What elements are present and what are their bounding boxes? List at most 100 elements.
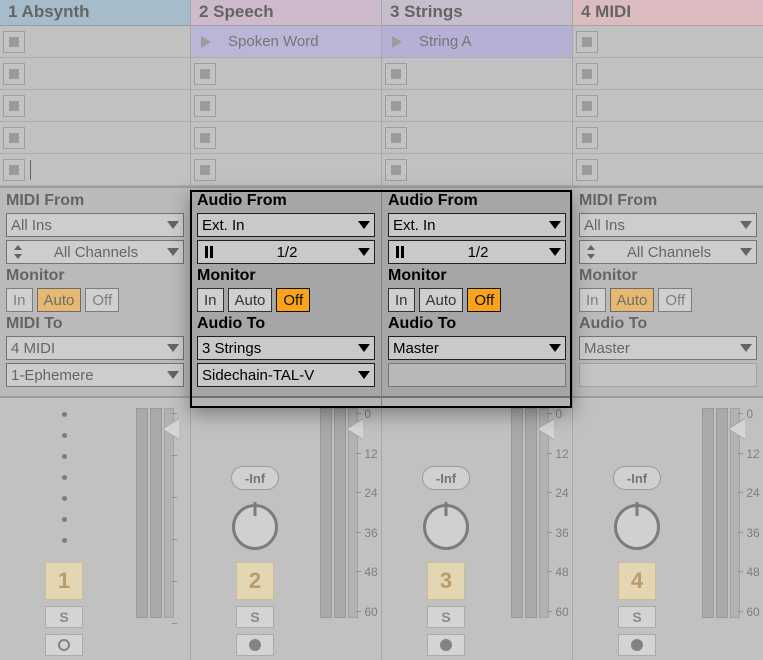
fader-handle-icon[interactable] <box>347 419 363 439</box>
arm-button[interactable] <box>236 634 274 656</box>
input-channel-dropdown[interactable]: All Channels <box>6 240 184 264</box>
clip-slot[interactable] <box>573 154 763 186</box>
stop-button[interactable] <box>3 127 25 149</box>
input-source-dropdown[interactable]: Ext. In <box>388 213 566 237</box>
solo-button[interactable]: S <box>45 606 83 628</box>
input-channel-dropdown[interactable]: All Channels <box>579 240 757 264</box>
clip-slot[interactable]: String A <box>382 26 572 58</box>
dropdown-value: Master <box>393 340 439 357</box>
output-dest-dropdown[interactable]: 3 Strings <box>197 336 375 360</box>
monitor-off-button[interactable]: Off <box>467 288 501 312</box>
monitor-auto-button[interactable]: Auto <box>419 288 464 312</box>
track-header[interactable]: 2 Speech <box>191 0 381 26</box>
solo-button[interactable]: S <box>427 606 465 628</box>
stop-button[interactable] <box>385 127 407 149</box>
clip-slot[interactable] <box>382 122 572 154</box>
arm-button[interactable] <box>427 634 465 656</box>
pan-knob[interactable] <box>232 504 278 550</box>
play-icon[interactable] <box>385 30 409 54</box>
volume-readout[interactable]: -Inf <box>422 466 470 490</box>
monitor-in-button[interactable]: In <box>579 288 606 312</box>
clip-slot[interactable] <box>382 154 572 186</box>
input-channel-dropdown[interactable]: 1/2 <box>197 240 375 264</box>
volume-fader[interactable] <box>348 408 358 618</box>
volume-readout[interactable]: -Inf <box>231 466 279 490</box>
fader-handle-icon[interactable] <box>163 419 179 439</box>
clip-slot[interactable]: Spoken Word <box>191 26 381 58</box>
monitor-in-button[interactable]: In <box>6 288 33 312</box>
output-dest-dropdown[interactable]: Master <box>579 336 757 360</box>
clip-slot[interactable] <box>0 26 190 58</box>
stop-button[interactable] <box>576 95 598 117</box>
clip-slot[interactable] <box>0 154 190 186</box>
clip-slot[interactable] <box>382 58 572 90</box>
stop-button[interactable] <box>576 31 598 53</box>
play-icon[interactable] <box>194 30 218 54</box>
stop-button[interactable] <box>3 159 25 181</box>
track-activator[interactable]: 4 <box>618 562 656 600</box>
output-type-label: Audio To <box>388 315 566 333</box>
stop-button[interactable] <box>194 95 216 117</box>
stop-button[interactable] <box>385 95 407 117</box>
clip-slot[interactable] <box>0 122 190 154</box>
stop-button[interactable] <box>3 63 25 85</box>
clip-slot[interactable] <box>191 90 381 122</box>
track-header[interactable]: 1 Absynth <box>0 0 190 26</box>
track-4: 4 MIDIMIDI FromAll InsAll ChannelsMonito… <box>573 0 763 660</box>
dropdown-value: 1-Ephemere <box>11 367 94 384</box>
volume-fader[interactable] <box>730 408 740 618</box>
pan-knob[interactable] <box>614 504 660 550</box>
clip-slot[interactable] <box>191 154 381 186</box>
clip-slot[interactable] <box>573 90 763 122</box>
input-source-dropdown[interactable]: All Ins <box>579 213 757 237</box>
track-activator[interactable]: 1 <box>45 562 83 600</box>
stop-button[interactable] <box>194 63 216 85</box>
stop-button[interactable] <box>385 159 407 181</box>
clip-slot[interactable] <box>382 90 572 122</box>
pan-knob[interactable] <box>423 504 469 550</box>
stop-button[interactable] <box>385 63 407 85</box>
monitor-off-button[interactable]: Off <box>276 288 310 312</box>
stop-button[interactable] <box>3 31 25 53</box>
clip-slot[interactable] <box>0 58 190 90</box>
solo-button[interactable]: S <box>236 606 274 628</box>
input-channel-dropdown[interactable]: 1/2 <box>388 240 566 264</box>
output-dest-dropdown[interactable]: 4 MIDI <box>6 336 184 360</box>
monitor-off-button[interactable]: Off <box>85 288 119 312</box>
volume-fader[interactable] <box>539 408 549 618</box>
stop-button[interactable] <box>576 63 598 85</box>
stop-button[interactable] <box>576 159 598 181</box>
stop-button[interactable] <box>194 127 216 149</box>
track-header[interactable]: 4 MIDI <box>573 0 763 26</box>
stop-button[interactable] <box>194 159 216 181</box>
clip-slot[interactable] <box>573 26 763 58</box>
solo-button[interactable]: S <box>618 606 656 628</box>
stop-button[interactable] <box>576 127 598 149</box>
clip-slot[interactable] <box>573 58 763 90</box>
fader-handle-icon[interactable] <box>729 419 745 439</box>
fader-handle-icon[interactable] <box>538 419 554 439</box>
track-activator[interactable]: 3 <box>427 562 465 600</box>
output-dest-dropdown[interactable]: Master <box>388 336 566 360</box>
arm-button[interactable] <box>45 634 83 656</box>
clip-slot[interactable] <box>191 58 381 90</box>
clip-slot[interactable] <box>573 122 763 154</box>
monitor-off-button[interactable]: Off <box>658 288 692 312</box>
track-activator[interactable]: 2 <box>236 562 274 600</box>
monitor-auto-button[interactable]: Auto <box>37 288 82 312</box>
monitor-in-button[interactable]: In <box>197 288 224 312</box>
stop-button[interactable] <box>3 95 25 117</box>
output-sub-dropdown[interactable]: 1-Ephemere <box>6 363 184 387</box>
volume-readout[interactable]: -Inf <box>613 466 661 490</box>
clip-slot[interactable] <box>0 90 190 122</box>
volume-fader[interactable] <box>164 408 174 618</box>
input-source-dropdown[interactable]: Ext. In <box>197 213 375 237</box>
input-source-dropdown[interactable]: All Ins <box>6 213 184 237</box>
arm-button[interactable] <box>618 634 656 656</box>
monitor-in-button[interactable]: In <box>388 288 415 312</box>
monitor-auto-button[interactable]: Auto <box>610 288 655 312</box>
output-sub-dropdown[interactable]: Sidechain-TAL-V <box>197 363 375 387</box>
monitor-auto-button[interactable]: Auto <box>228 288 273 312</box>
track-header[interactable]: 3 Strings <box>382 0 572 26</box>
clip-slot[interactable] <box>191 122 381 154</box>
